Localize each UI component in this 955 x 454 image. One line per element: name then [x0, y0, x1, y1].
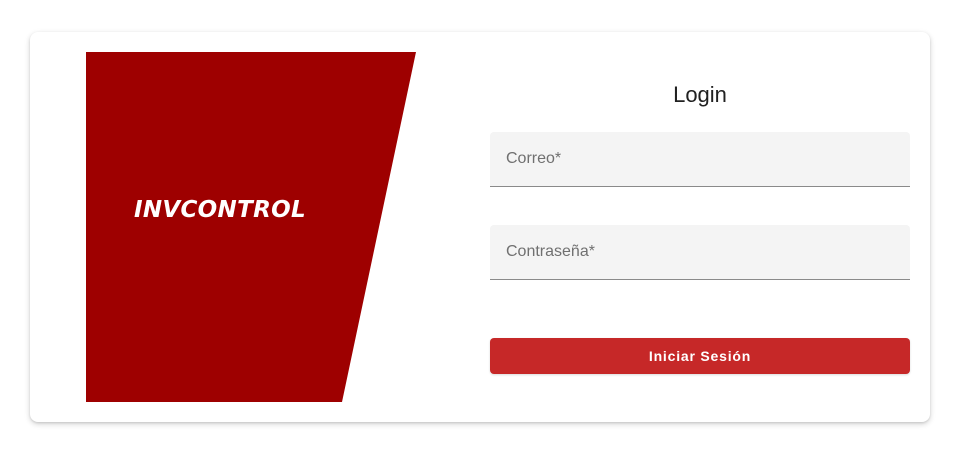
- password-field-container[interactable]: [490, 225, 910, 280]
- page-title: Login: [673, 82, 727, 107]
- login-card: INVCONTROL Login Iniciar Sesión: [30, 32, 930, 422]
- brand-panel: INVCONTROL: [86, 52, 416, 402]
- brand-logo-text: INVCONTROL: [134, 197, 306, 223]
- email-field[interactable]: [490, 132, 910, 186]
- brand-banner-shape: [86, 52, 416, 402]
- login-button[interactable]: Iniciar Sesión: [490, 338, 910, 374]
- login-form: Login Iniciar Sesión: [490, 32, 910, 422]
- password-field[interactable]: [490, 225, 910, 279]
- email-field-container[interactable]: [490, 132, 910, 187]
